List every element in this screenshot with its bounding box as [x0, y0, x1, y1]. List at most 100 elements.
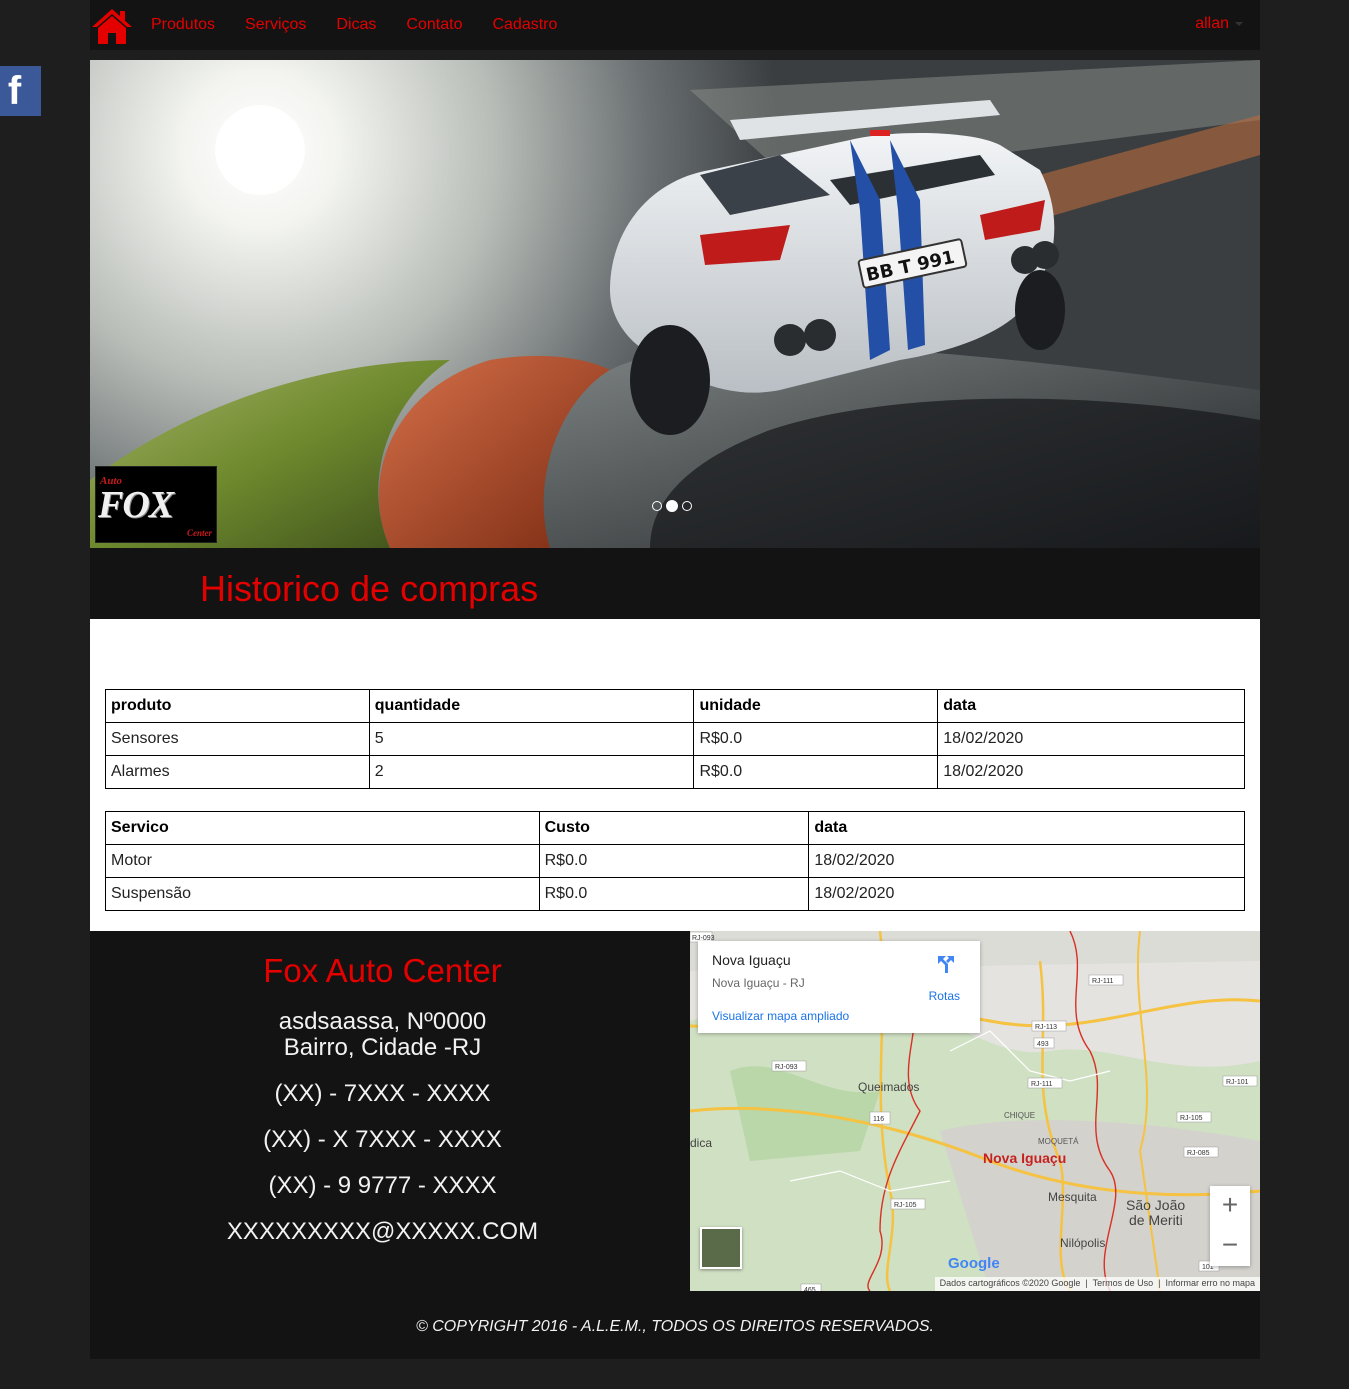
carousel-dot-1[interactable]: [652, 501, 662, 511]
zoom-out-button[interactable]: −: [1210, 1226, 1250, 1266]
page-container: Produtos Serviços Dicas Contato Cadastro…: [90, 0, 1260, 1359]
map-label-de-meriti: de Meriti: [1129, 1212, 1183, 1228]
address-line-2: Bairro, Cidade -RJ: [283, 1034, 482, 1061]
column-header: Servico: [105, 811, 540, 845]
caret-down-icon: [1235, 21, 1243, 26]
title-bar: Historico de compras: [90, 548, 1260, 619]
hero-carousel: BB T 991 Auto FOX Center: [90, 60, 1260, 548]
history-content: produto quantidade unidade data Sensores…: [90, 619, 1260, 931]
navbar: Produtos Serviços Dicas Contato Cadastro…: [90, 0, 1260, 50]
nav-contato[interactable]: Contato: [406, 0, 462, 50]
map-attribution: Dados cartográficos ©2020 Google | Termo…: [934, 1277, 1260, 1291]
table-cell: Alarmes: [105, 755, 370, 789]
map-label-nova-iguacu: Nova Iguaçu: [983, 1150, 1066, 1166]
map-data-credit: Dados cartográficos ©2020 Google: [939, 1278, 1081, 1288]
road-label: 493: [1037, 1041, 1049, 1048]
map-label-dica: dica: [690, 1136, 712, 1150]
hero-image: BB T 991: [90, 60, 1260, 548]
road-label: RJ-113: [1035, 1024, 1057, 1031]
copyright: © COPYRIGHT 2016 - A.L.E.M., TODOS OS DI…: [416, 1318, 934, 1335]
map-label-sao-joao: São João: [1126, 1197, 1185, 1213]
google-logo: Google: [948, 1255, 1000, 1272]
page-title: Historico de compras: [200, 568, 539, 609]
table-cell: 18/02/2020: [937, 755, 1245, 789]
table-cell: Motor: [105, 844, 540, 878]
table-cell: 18/02/2020: [937, 722, 1245, 756]
carousel-dot-2[interactable]: [666, 500, 678, 512]
map-label-moqueta: MOQUETÁ: [1038, 1137, 1079, 1146]
email: XXXXXXXXX@XXXXX.COM: [226, 1218, 539, 1245]
column-header: produto: [105, 689, 370, 723]
larger-map-link[interactable]: Visualizar mapa ampliado: [712, 1009, 849, 1023]
column-header: data: [937, 689, 1245, 723]
nav-produtos[interactable]: Produtos: [151, 0, 215, 50]
contact-info: Fox Auto Center asdsaassa, Nº0000 Bairro…: [90, 931, 690, 1291]
map-label-queimados: Queimados: [858, 1080, 919, 1094]
table-cell: 18/02/2020: [808, 844, 1245, 878]
road-label: RJ-111: [1031, 1081, 1053, 1088]
footer: Fox Auto Center asdsaassa, Nº0000 Bairro…: [90, 931, 1260, 1359]
table-cell: 5: [368, 722, 695, 756]
google-map[interactable]: Queimados CHIQUE MOQUETÁ Nova Iguaçu Mes…: [690, 931, 1260, 1291]
nav-cadastro[interactable]: Cadastro: [492, 0, 557, 50]
table-row: Sensores 5 R$0.0 18/02/2020: [105, 722, 1245, 756]
table-row: Alarmes 2 R$0.0 18/02/2020: [105, 755, 1245, 789]
road-label: RJ-093: [775, 1064, 798, 1071]
nav-menu: Produtos Serviços Dicas Contato Cadastro: [151, 0, 587, 50]
column-header: quantidade: [368, 689, 695, 723]
phone-3: (XX) - 9 9777 - XXXX: [268, 1172, 497, 1199]
road-label: 465: [804, 1287, 816, 1291]
company-name: Fox Auto Center: [263, 952, 502, 989]
map-place-name: Nova Iguaçu: [712, 952, 791, 968]
road-label: RJ-105: [894, 1202, 917, 1209]
road-label: 116: [873, 1116, 884, 1123]
map-label-nilopolis: Nilópolis: [1060, 1236, 1105, 1250]
satellite-toggle[interactable]: [700, 1227, 742, 1269]
table-cell: R$0.0: [693, 755, 939, 789]
table-cell: R$0.0: [693, 722, 939, 756]
map-info-card: Nova Iguaçu Nova Iguaçu - RJ Visualizar …: [698, 941, 980, 1033]
nav-dicas[interactable]: Dicas: [336, 0, 376, 50]
map-place-sub: Nova Iguaçu - RJ: [712, 976, 805, 990]
map-label-chique: CHIQUE: [1004, 1111, 1035, 1120]
facebook-icon: f: [7, 69, 22, 113]
report-error-link[interactable]: Informar erro no mapa: [1165, 1278, 1255, 1288]
phone-2: (XX) - X 7XXX - XXXX: [263, 1126, 502, 1153]
directions-link[interactable]: Rotas: [929, 989, 960, 1003]
road-label: RJ-105: [1180, 1115, 1203, 1122]
column-header: Custo: [538, 811, 810, 845]
carousel-indicators: [652, 500, 692, 512]
table-header-row: produto quantidade unidade data: [105, 689, 1245, 723]
road-label: RJ-101: [1226, 1079, 1249, 1086]
table-row: Motor R$0.0 18/02/2020: [105, 844, 1245, 878]
zoom-in-button[interactable]: +: [1210, 1186, 1250, 1226]
road-label: RJ-085: [1187, 1150, 1210, 1157]
table-row: Suspensão R$0.0 18/02/2020: [105, 877, 1245, 911]
servicos-table: Servico Custo data Motor R$0.0 18/02/202…: [105, 811, 1245, 911]
terms-link[interactable]: Termos de Uso: [1093, 1278, 1154, 1288]
table-cell: 2: [368, 755, 695, 789]
column-header: data: [808, 811, 1245, 845]
table-cell: R$0.0: [538, 844, 810, 878]
phone-1: (XX) - 7XXX - XXXX: [274, 1080, 491, 1107]
road-label: RJ-111: [1092, 978, 1114, 985]
user-dropdown[interactable]: allan: [1195, 0, 1243, 48]
table-cell: Suspensão: [105, 877, 540, 911]
nav-servicos[interactable]: Serviços: [245, 0, 306, 50]
user-name: allan: [1195, 15, 1229, 32]
directions-icon[interactable]: [934, 953, 956, 975]
home-icon: [92, 9, 132, 44]
home-button[interactable]: [90, 3, 134, 47]
produtos-table: produto quantidade unidade data Sensores…: [105, 689, 1245, 789]
facebook-button[interactable]: f: [0, 66, 41, 116]
table-cell: R$0.0: [538, 877, 810, 911]
table-cell: Sensores: [105, 722, 370, 756]
table-cell: 18/02/2020: [808, 877, 1245, 911]
map-zoom-controls: + −: [1210, 1186, 1250, 1266]
fox-logo: Auto FOX Center: [95, 466, 217, 543]
carousel-dot-3[interactable]: [682, 501, 692, 511]
table-header-row: Servico Custo data: [105, 811, 1245, 845]
column-header: unidade: [693, 689, 939, 723]
map-label-mesquita: Mesquita: [1048, 1190, 1097, 1204]
address-line-1: asdsaassa, Nº0000: [278, 1008, 487, 1035]
